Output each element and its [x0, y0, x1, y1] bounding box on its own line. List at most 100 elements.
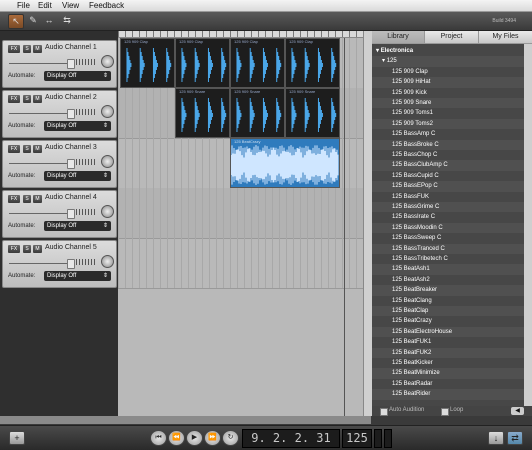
solo-button[interactable]: S	[23, 145, 31, 153]
mute-button[interactable]: M	[33, 45, 42, 53]
library-item[interactable]: 125 BassAmp C	[372, 129, 524, 139]
track-lane[interactable]: 125 909 Clap 125 909 Clap 125 909 Clap 1…	[118, 38, 363, 89]
audio-region[interactable]: 125 909 Clap	[230, 38, 285, 88]
mute-button[interactable]: M	[33, 195, 42, 203]
library-item[interactable]: 125 BeatMinimize	[372, 368, 524, 379]
volume-slider[interactable]	[9, 109, 97, 119]
volume-slider[interactable]	[9, 259, 97, 269]
library-item[interactable]: 125 BassBroke C	[372, 139, 524, 150]
library-item[interactable]: 125 BeatCrazy	[372, 316, 524, 326]
library-item[interactable]: 125 BeatFUK2	[372, 347, 524, 358]
library-item[interactable]: 125 BassClubAmp C	[372, 160, 524, 171]
track-name[interactable]: Audio Channel 4	[45, 194, 97, 201]
mute-button[interactable]: M	[33, 245, 42, 253]
library-item[interactable]: 125 BassSweep C	[372, 233, 524, 243]
split-tool-icon[interactable]: ↔	[42, 14, 56, 27]
library-item[interactable]: 125 909 Kick	[372, 88, 524, 98]
track-name[interactable]: Audio Channel 2	[45, 94, 97, 101]
join-tool-icon[interactable]: ⇆	[60, 14, 74, 27]
loop-library-icon[interactable]: ⇄	[507, 431, 523, 445]
pan-knob[interactable]	[101, 155, 114, 168]
track-lane[interactable]: 125 BeatCrazy	[118, 138, 363, 189]
fast-forward-icon[interactable]: ⏩	[204, 430, 221, 446]
solo-button[interactable]: S	[23, 45, 31, 53]
fx-button[interactable]: FX	[8, 45, 20, 53]
loop-checkbox[interactable]	[441, 408, 449, 416]
library-item[interactable]: 125 909 Clap	[372, 67, 524, 77]
menu-file[interactable]: File	[17, 1, 30, 10]
loop-icon[interactable]: ↻	[222, 430, 239, 446]
folder-125[interactable]: ▾ 125	[372, 56, 524, 67]
speaker-icon[interactable]: ◀	[511, 407, 524, 415]
library-item[interactable]: 125 BassEPop C	[372, 181, 524, 192]
mute-button[interactable]: M	[33, 145, 42, 153]
track-name[interactable]: Audio Channel 5	[45, 244, 97, 251]
library-list[interactable]: ▾ Electronica ▾ 125 125 909 Clap 125 909 …	[372, 44, 524, 406]
menu-edit[interactable]: Edit	[38, 1, 52, 10]
library-item[interactable]: 125 BeatRider	[372, 389, 524, 400]
library-item[interactable]: 125 BeatClap	[372, 306, 524, 317]
audio-region[interactable]: 125 909 Snare	[230, 88, 285, 138]
timeline-ruler[interactable]	[118, 31, 363, 38]
add-track-button[interactable]: +	[9, 431, 25, 445]
volume-slider[interactable]	[9, 59, 97, 69]
automate-select[interactable]: Display Off ⇕	[44, 121, 111, 131]
audio-region[interactable]: 125 909 Snare	[175, 88, 230, 138]
library-item[interactable]: 125 BassTribetech C	[372, 254, 524, 264]
library-item[interactable]: 125 BeatAsh1	[372, 264, 524, 275]
volume-slider[interactable]	[9, 159, 97, 169]
automate-select[interactable]: Display Off ⇕	[44, 271, 111, 281]
track-name[interactable]: Audio Channel 1	[45, 44, 97, 51]
solo-button[interactable]: S	[23, 195, 31, 203]
track-lane[interactable]	[118, 188, 363, 239]
tempo-display[interactable]: 125	[342, 429, 372, 448]
library-item[interactable]: 125 909 Toms2	[372, 118, 524, 130]
library-item[interactable]: 125 BeatRadar	[372, 379, 524, 389]
auto-audition-checkbox[interactable]	[380, 408, 388, 416]
pan-knob[interactable]	[101, 105, 114, 118]
playhead[interactable]	[344, 38, 345, 416]
library-item[interactable]: 125 909 HiHat	[372, 77, 524, 88]
mute-button[interactable]: M	[33, 95, 42, 103]
solo-button[interactable]: S	[23, 245, 31, 253]
pencil-tool-icon[interactable]: ✎	[26, 14, 40, 27]
automate-select[interactable]: Display Off ⇕	[44, 171, 111, 181]
library-item[interactable]: 125 BeatClang	[372, 296, 524, 306]
menu-view[interactable]: View	[62, 1, 79, 10]
library-item[interactable]: 125 909 Toms1	[372, 108, 524, 118]
timeline-horizontal-scrollbar[interactable]	[0, 416, 371, 424]
pointer-tool-icon[interactable]: ↖	[8, 14, 24, 29]
track-name[interactable]: Audio Channel 3	[45, 144, 97, 151]
solo-button[interactable]: S	[23, 95, 31, 103]
library-item[interactable]: 125 BassIrate C	[372, 212, 524, 222]
tab-project[interactable]: Project	[425, 31, 479, 44]
menu-feedback[interactable]: Feedback	[89, 1, 124, 10]
library-item[interactable]: 125 BeatAsh2	[372, 275, 524, 285]
library-item[interactable]: 125 BassCupid C	[372, 171, 524, 181]
audio-region[interactable]: 125 909 Clap	[120, 38, 175, 88]
fx-button[interactable]: FX	[8, 95, 20, 103]
library-item[interactable]: 125 BassChop C	[372, 150, 524, 160]
pan-knob[interactable]	[101, 205, 114, 218]
automate-select[interactable]: Display Off ⇕	[44, 221, 111, 231]
library-item[interactable]: 125 BassGrime C	[372, 202, 524, 213]
volume-slider[interactable]	[9, 209, 97, 219]
fx-button[interactable]: FX	[8, 195, 20, 203]
library-item[interactable]: 125 BeatFUK1	[372, 337, 524, 347]
library-scrollbar[interactable]	[524, 44, 532, 406]
library-item[interactable]: 125 909 Snare	[372, 98, 524, 109]
play-icon[interactable]: ▶	[186, 430, 203, 446]
fx-button[interactable]: FX	[8, 245, 20, 253]
library-item[interactable]: 125 BassFUK	[372, 192, 524, 202]
library-item[interactable]: 125 BeatKicker	[372, 358, 524, 368]
tab-library[interactable]: Library	[372, 31, 425, 44]
library-item[interactable]: 125 BassMoodin C	[372, 222, 524, 234]
timeline-vertical-scrollbar[interactable]	[363, 31, 372, 416]
library-item[interactable]: 125 BassTranced C	[372, 243, 524, 254]
pan-knob[interactable]	[101, 255, 114, 268]
rewind-to-start-icon[interactable]: ⏮	[150, 430, 167, 446]
fx-button[interactable]: FX	[8, 145, 20, 153]
track-lane[interactable]	[118, 238, 363, 289]
pan-knob[interactable]	[101, 55, 114, 68]
automate-select[interactable]: Display Off ⇕	[44, 71, 111, 81]
